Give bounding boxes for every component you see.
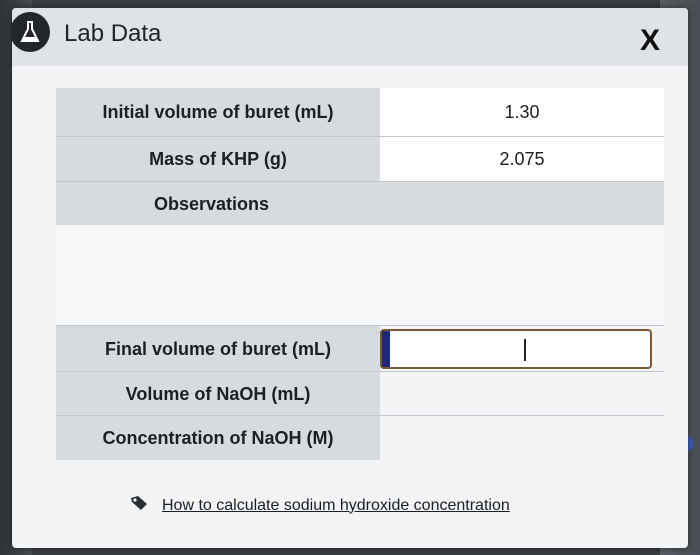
row-label: Initial volume of buret (mL) (56, 88, 380, 136)
input-focus-bar (382, 331, 390, 367)
row-label: Mass of KHP (g) (56, 137, 380, 182)
final-volume-input[interactable] (380, 329, 652, 369)
observations-area[interactable] (56, 225, 664, 325)
table-row: Final volume of buret (mL) (56, 325, 664, 372)
row-label: Concentration of NaOH (M) (56, 416, 380, 460)
row-value (380, 416, 664, 460)
help-link-row: How to calculate sodium hydroxide concen… (130, 495, 510, 516)
observations-label: Observations (56, 182, 664, 226)
title-bar: Lab Data X (12, 8, 688, 66)
row-value: 1.30 (380, 88, 664, 136)
lab-data-window: Lab Data X Initial volume of buret (mL) … (12, 8, 688, 548)
flask-icon (12, 12, 50, 52)
observations-row: Observations (56, 181, 664, 226)
help-link[interactable]: How to calculate sodium hydroxide concen… (162, 497, 510, 515)
table-row: Initial volume of buret (mL) 1.30 (56, 88, 664, 136)
tag-icon (130, 495, 148, 516)
row-value: 2.075 (380, 137, 664, 182)
row-label: Volume of NaOH (mL) (56, 372, 380, 416)
window-title: Lab Data (64, 20, 162, 47)
table-row: Mass of KHP (g) 2.075 (56, 136, 664, 182)
text-caret (524, 339, 526, 361)
row-label: Final volume of buret (mL) (56, 326, 380, 372)
close-button[interactable]: X (640, 24, 660, 58)
row-value (380, 372, 664, 416)
table-row: Concentration of NaOH (M) (56, 415, 664, 460)
table-row: Volume of NaOH (mL) (56, 371, 664, 416)
